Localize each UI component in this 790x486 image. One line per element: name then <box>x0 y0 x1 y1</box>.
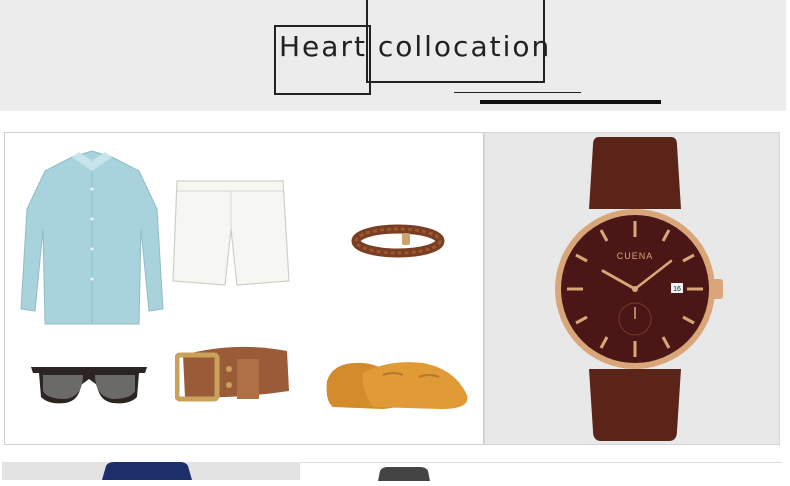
watch-strap-peek-blue <box>102 462 192 480</box>
title-word-collocation: collocation <box>377 30 552 63</box>
watch-panel: CUENA 16 <box>484 132 780 445</box>
light-blue-shirt <box>20 150 164 325</box>
white-shorts <box>172 180 290 286</box>
title-word-heart: Heart <box>279 30 367 63</box>
braided-leather-bracelet <box>351 224 445 258</box>
sunglasses <box>31 367 147 404</box>
next-section-left <box>2 462 299 480</box>
date-value: 16 <box>673 286 681 293</box>
header-banner: Heart collocation <box>0 0 786 111</box>
brown-leather-belt <box>175 346 289 402</box>
watch-strap-bottom <box>589 369 681 441</box>
tan-suede-loafers <box>326 362 468 409</box>
watch-strap-peek-dark <box>378 467 430 481</box>
divider-thin <box>454 92 581 93</box>
outfit-collage <box>4 132 484 445</box>
watch-crown <box>711 279 723 299</box>
watch-brand-label: CUENA <box>617 251 654 261</box>
page-title: Heart collocation <box>279 30 551 63</box>
next-section-right <box>299 462 782 481</box>
divider-thick <box>480 100 661 104</box>
watch-strap-top <box>589 137 681 209</box>
wristwatch: CUENA 16 <box>555 137 723 441</box>
